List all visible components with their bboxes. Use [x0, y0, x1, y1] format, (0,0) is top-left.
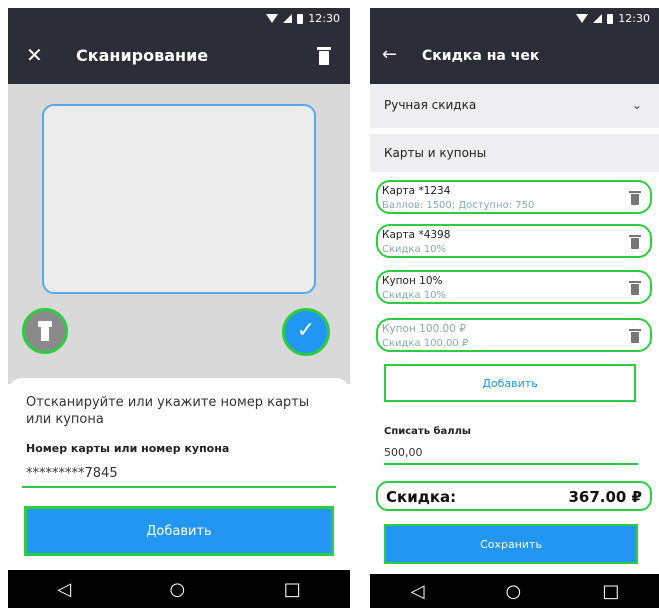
cards-header-label: Карты и купоны — [384, 146, 487, 160]
chevron-down-icon: ⌄ — [631, 98, 642, 112]
discount-screen: 12:30 ← Скидка на чек Ручная скидка ⌄ Ка… — [370, 8, 659, 608]
check-icon: ✓ — [296, 318, 316, 343]
add-card-button[interactable]: Добавить — [384, 364, 636, 402]
list-item[interactable]: Карта *4398 Скидка 10% — [376, 224, 652, 258]
back-nav-icon[interactable]: ◁ — [57, 579, 71, 600]
app-bar: ✕ Сканирование — [8, 30, 350, 84]
points-input[interactable]: 500,00 — [384, 446, 423, 459]
cards-section-header: Карты и купоны — [370, 134, 659, 172]
home-nav-icon[interactable]: ○ — [170, 579, 186, 600]
flashlight-button[interactable] — [22, 308, 68, 354]
points-label: Списать баллы — [384, 426, 471, 437]
confirm-button[interactable]: ✓ — [282, 308, 330, 356]
item-detail: Скидка 100.00 ₽ — [382, 338, 469, 349]
input-underline — [384, 463, 638, 465]
discount-label: Скидка: — [386, 488, 457, 506]
hint-text: Отсканируйте или укажите номер карты или… — [26, 395, 310, 427]
trash-icon[interactable] — [629, 281, 641, 295]
item-detail: Баллов: 1500; Доступно: 750 — [382, 200, 535, 211]
input-underline — [22, 486, 336, 488]
manual-discount-dropdown[interactable]: Ручная скидка ⌄ — [370, 84, 659, 128]
item-name: Карта *4398 — [382, 229, 451, 241]
item-name: Карта *1234 — [382, 185, 451, 197]
list-item[interactable]: Купон 10% Скидка 10% — [376, 270, 652, 304]
scan-screen: 12:30 ✕ Сканирование ✓ Отсканируйте или … — [8, 8, 350, 608]
save-button[interactable]: Сохранить — [384, 524, 638, 564]
trash-icon[interactable] — [629, 191, 641, 205]
recents-nav-icon[interactable]: □ — [284, 579, 301, 600]
list-item[interactable]: Карта *1234 Баллов: 1500; Доступно: 750 — [376, 180, 652, 214]
card-number-input[interactable]: *********7845 — [26, 466, 118, 481]
field-label: Номер карты или номер купона — [26, 442, 230, 455]
back-arrow-icon[interactable]: ← — [382, 44, 397, 65]
manual-discount-label: Ручная скидка — [384, 98, 477, 112]
home-nav-icon[interactable]: ○ — [506, 581, 522, 602]
scan-frame — [42, 104, 316, 294]
battery-icon — [607, 13, 614, 24]
status-time: 12:30 — [308, 12, 340, 25]
wifi-icon — [266, 14, 279, 23]
recents-nav-icon[interactable]: □ — [602, 581, 619, 602]
back-nav-icon[interactable]: ◁ — [411, 581, 425, 602]
discount-total: Скидка: 367.00 ₽ — [376, 481, 652, 511]
list-item[interactable]: Купон 100.00 ₽ Скидка 100.00 ₽ — [376, 318, 652, 352]
signal-icon — [593, 14, 603, 23]
page-title: Скидка на чек — [422, 48, 540, 64]
trash-icon[interactable] — [629, 235, 641, 249]
item-detail: Скидка 10% — [382, 244, 447, 255]
item-detail: Скидка 10% — [382, 290, 447, 301]
page-title: Сканирование — [76, 46, 209, 65]
nav-bar: ◁ ○ □ — [8, 570, 350, 608]
status-bar: 12:30 — [8, 8, 350, 30]
app-bar: ← Скидка на чек — [370, 30, 659, 84]
trash-icon[interactable] — [317, 47, 331, 65]
item-name: Купон 10% — [382, 275, 443, 287]
nav-bar: ◁ ○ □ — [370, 574, 659, 608]
trash-icon[interactable] — [629, 329, 641, 343]
signal-icon — [283, 14, 293, 23]
item-name: Купон 100.00 ₽ — [382, 323, 466, 335]
wifi-icon — [576, 14, 589, 23]
discount-value: 367.00 ₽ — [568, 488, 642, 506]
status-bar: 12:30 — [370, 8, 659, 30]
add-button[interactable]: Добавить — [24, 506, 334, 556]
status-time: 12:30 — [618, 12, 650, 25]
battery-icon — [297, 13, 304, 24]
close-icon[interactable]: ✕ — [26, 43, 43, 67]
